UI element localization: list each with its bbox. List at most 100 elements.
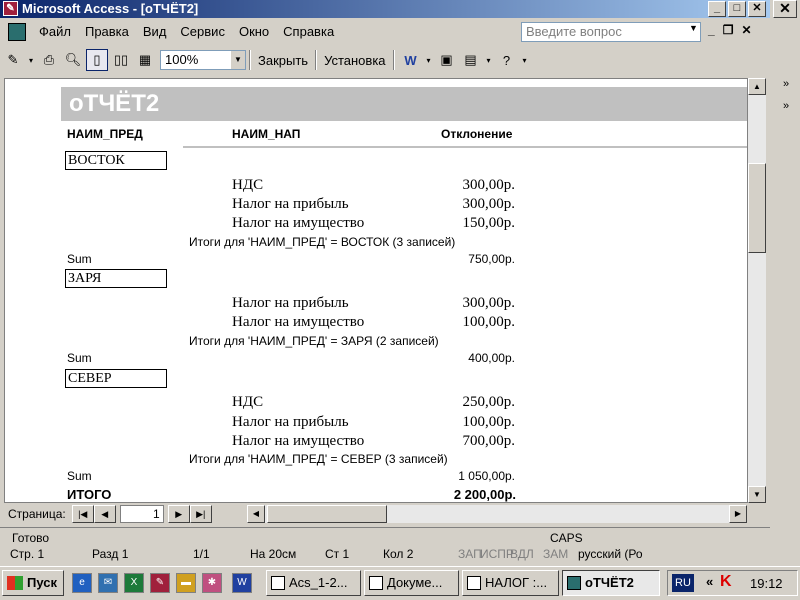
column-header-nap: НАИМ_НАП	[232, 127, 301, 141]
zoom-magnifier-icon[interactable]: 🔍︎	[62, 49, 84, 71]
menu-help[interactable]: Справка	[276, 20, 341, 44]
row-value: 250,00р.	[462, 394, 516, 410]
report-document-icon[interactable]	[8, 23, 26, 41]
close-button[interactable]: ✕	[748, 1, 766, 17]
row-value: 300,00р.	[462, 295, 516, 311]
task-label: Acs_1-2...	[289, 575, 348, 590]
design-view-icon[interactable]: ✎	[2, 49, 24, 71]
word-status-line: Ст 1	[325, 547, 350, 561]
windows-logo-icon	[7, 576, 23, 590]
word-export-icon[interactable]: W	[400, 49, 422, 71]
report-title: оТЧЁТ2	[61, 87, 747, 121]
scroll-left-icon[interactable]: ◀	[247, 505, 265, 523]
report-preview[interactable]: оТЧЁТ2 НАИМ_ПРЕД НАИМ_НАП Отклонение ВОС…	[4, 78, 748, 503]
print-icon[interactable]: ⎙	[38, 49, 60, 71]
row-value: 100,00р.	[462, 414, 516, 430]
internet-explorer-icon[interactable]: e	[72, 573, 92, 593]
row-name: Налог на имущество	[232, 215, 365, 231]
language-indicator[interactable]: RU	[672, 574, 694, 592]
word-doc-icon	[271, 576, 285, 590]
chevron-down-icon[interactable]: ▾	[520, 49, 530, 71]
prev-page-button[interactable]: ◀	[93, 505, 116, 523]
task-label: оТЧЁТ2	[585, 575, 634, 590]
chevron-left-icon[interactable]: «	[706, 574, 713, 589]
word-status-position: На 20см	[250, 547, 297, 561]
vertical-scroll-thumb[interactable]	[748, 163, 766, 253]
start-button[interactable]: Пуск	[2, 570, 64, 596]
horizontal-scroll-thumb[interactable]	[267, 505, 387, 523]
row-value: 300,00р.	[462, 177, 516, 193]
outer-window-close-button[interactable]: ✕	[773, 0, 797, 18]
chevron-down-icon[interactable]: ▾	[424, 49, 434, 71]
row-value: 700,00р.	[462, 433, 516, 449]
task-access-nalog[interactable]: НАЛОГ :...	[462, 570, 559, 596]
zoom-select[interactable]: 100% ▼	[160, 50, 246, 70]
system-tray: RU « K 19:12	[667, 570, 798, 596]
scroll-right-icon[interactable]: ▶	[729, 505, 747, 523]
page-navigation: Страница: |◀ ◀ 1 ▶ ▶| ◀ ▶	[0, 504, 770, 524]
menu-tools[interactable]: Сервис	[173, 20, 232, 44]
paint-icon[interactable]: ✱	[202, 573, 222, 593]
word-status-rec: ЗАП	[458, 547, 482, 561]
page-number-input[interactable]: 1	[119, 505, 164, 523]
horizontal-scrollbar[interactable]: ◀ ▶	[247, 505, 747, 523]
scroll-down-icon[interactable]: ▼	[748, 486, 766, 503]
chevron-down-icon[interactable]: ▾	[26, 49, 36, 71]
menu-edit[interactable]: Правка	[78, 20, 136, 44]
database-window-icon[interactable]: ▣	[436, 49, 458, 71]
group-summary: Итоги для 'НАИМ_ПРЕД' = СЕВЕР (3 записей…	[189, 452, 448, 466]
task-report-active[interactable]: оТЧЁТ2	[562, 570, 660, 596]
close-preview-button[interactable]: Закрыть	[254, 53, 312, 68]
help-question-input[interactable]: Введите вопрос	[521, 22, 701, 42]
two-pages-icon[interactable]: ▯▯	[110, 49, 132, 71]
excel-icon[interactable]: X	[124, 573, 144, 593]
antivirus-icon[interactable]: K	[720, 573, 732, 591]
mdi-restore-button[interactable]: ❐	[723, 23, 734, 37]
group-header-vostok: ВОСТОК	[65, 151, 167, 170]
print-preview-toolbar: ✎ ▾ ⎙ 🔍︎ ▯ ▯▯ ▦ 100% ▼ Закрыть Установка…	[0, 46, 770, 74]
title-bar[interactable]: ✎ Microsoft Access - [оТЧЁТ2] _ □ ✕	[0, 0, 770, 18]
page-setup-button[interactable]: Установка	[320, 53, 389, 68]
chevron-right-icon: »	[782, 100, 790, 112]
access-icon[interactable]: ✎	[150, 573, 170, 593]
sum-label: Sum	[67, 252, 92, 266]
word-status-trk: ИСПР	[480, 547, 514, 561]
one-page-icon[interactable]: ▯	[86, 49, 108, 71]
task-word-acs[interactable]: Acs_1-2...	[266, 570, 361, 596]
task-label: Докуме...	[387, 575, 443, 590]
access-app-icon[interactable]: ✎	[3, 1, 18, 16]
total-label: ИТОГО	[67, 487, 112, 502]
new-object-icon[interactable]: ▤	[460, 49, 482, 71]
menu-file[interactable]: Файл	[32, 20, 78, 44]
word-icon[interactable]: W	[232, 573, 252, 593]
vertical-scrollbar[interactable]: ▲ ▼	[748, 78, 766, 503]
clock[interactable]: 19:12	[750, 576, 783, 591]
mdi-close-button[interactable]: ✕	[741, 23, 751, 37]
status-bar: Готово CAPS	[0, 527, 770, 547]
menu-bar: Файл Правка Вид Сервис Окно Справка Введ…	[0, 20, 770, 44]
outlook-icon[interactable]: ✉	[98, 573, 118, 593]
minimize-button[interactable]: _	[708, 1, 726, 17]
sum-value: 400,00р.	[468, 351, 515, 365]
caps-indicator: CAPS	[550, 531, 583, 545]
chevron-down-icon[interactable]: ▾	[484, 49, 494, 71]
menu-view[interactable]: Вид	[136, 20, 174, 44]
last-page-button[interactable]: ▶|	[189, 505, 212, 523]
menu-window[interactable]: Окно	[232, 20, 276, 44]
row-value: 100,00р.	[462, 314, 516, 330]
chevron-down-icon[interactable]: ▼	[231, 51, 245, 69]
multiple-pages-icon[interactable]: ▦	[134, 49, 156, 71]
next-page-button[interactable]: ▶	[167, 505, 190, 523]
toolbar-separator	[315, 50, 318, 70]
scroll-up-icon[interactable]: ▲	[748, 78, 766, 95]
mdi-minimize-button[interactable]: _	[708, 23, 715, 37]
chevron-down-icon[interactable]: ▼	[689, 23, 698, 33]
help-icon[interactable]: ?	[496, 49, 518, 71]
first-page-button[interactable]: |◀	[71, 505, 94, 523]
sum-value: 1 050,00р.	[458, 469, 515, 483]
group-header-sever: СЕВЕР	[65, 369, 167, 388]
task-word-document[interactable]: Докуме...	[364, 570, 459, 596]
folder-icon[interactable]: ▬	[176, 573, 196, 593]
maximize-button[interactable]: □	[728, 1, 746, 17]
row-value: 300,00р.	[462, 196, 516, 212]
